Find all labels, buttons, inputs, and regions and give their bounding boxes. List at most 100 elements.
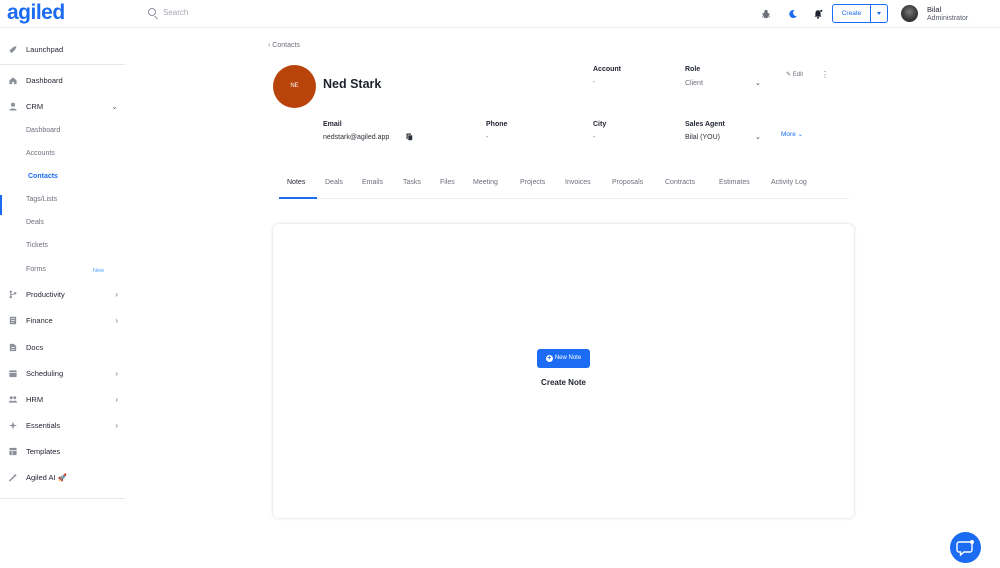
plus-icon: +	[545, 355, 553, 362]
more-button[interactable]: More ⌄	[781, 130, 803, 138]
sidebar-item-label: Productivity	[26, 290, 65, 299]
chevron-right-icon: ›	[115, 316, 118, 325]
sidebar-item-essentials[interactable]: Essentials ›	[8, 420, 120, 434]
breadcrumb[interactable]: ‹ Contacts	[268, 42, 300, 49]
create-button[interactable]: Create	[833, 5, 871, 22]
search-placeholder: Search	[163, 8, 189, 17]
tab-meeting[interactable]: Meeting	[473, 179, 498, 186]
tab-projects[interactable]: Projects	[520, 179, 545, 186]
sidebar-item-templates[interactable]: Templates	[8, 446, 120, 460]
role-select[interactable]: Client	[685, 80, 703, 87]
sidebar-subitem-accounts[interactable]: Accounts	[26, 150, 55, 157]
create-button-group: Create	[832, 4, 888, 23]
tab-deals[interactable]: Deals	[325, 179, 343, 186]
top-bar: agiled Search Create Bilal Administrator	[0, 0, 1000, 28]
sidebar-item-docs[interactable]: Docs	[8, 342, 120, 356]
chevron-down-icon[interactable]: ⌄	[755, 79, 761, 87]
search-icon	[148, 8, 156, 16]
moon-icon[interactable]	[788, 9, 798, 19]
chevron-down-icon: ⌄	[111, 102, 118, 111]
active-tab-underline	[279, 197, 317, 199]
chat-icon	[956, 540, 974, 557]
chevron-right-icon: ›	[115, 395, 118, 404]
more-label: More	[781, 131, 796, 138]
sidebar-item-label: Finance	[26, 316, 53, 325]
role-label: Role	[685, 66, 701, 73]
breadcrumb-label: Contacts	[272, 42, 300, 49]
magic-wand-icon	[8, 473, 18, 482]
sidebar-divider	[0, 498, 125, 499]
calendar-icon	[9, 370, 17, 378]
tab-tasks[interactable]: Tasks	[403, 179, 421, 186]
sidebar-subitem-dashboard[interactable]: Dashboard	[26, 127, 60, 134]
template-icon	[9, 447, 17, 456]
sidebar-item-label: Docs	[26, 343, 44, 352]
sidebar-item-scheduling[interactable]: Scheduling ›	[8, 368, 120, 382]
tab-estimates[interactable]: Estimates	[719, 179, 750, 186]
tab-files[interactable]: Files	[440, 179, 455, 186]
sales-agent-label: Sales Agent	[685, 121, 725, 128]
create-dropdown-caret-icon[interactable]	[871, 5, 887, 22]
chevron-right-icon: ›	[115, 369, 118, 378]
sidebar-item-crm[interactable]: CRM ⌄	[8, 101, 120, 115]
tab-notes[interactable]: Notes	[287, 179, 305, 186]
team-icon	[8, 396, 18, 403]
tab-invoices[interactable]: Invoices	[565, 179, 591, 186]
user-avatar[interactable]	[901, 5, 918, 22]
sidebar-item-agiled-ai[interactable]: Agiled AI 🚀	[8, 472, 120, 486]
edit-label: Edit	[792, 72, 804, 78]
tab-activity-log[interactable]: Activity Log	[771, 179, 807, 186]
sidebar-item-dashboard[interactable]: Dashboard	[8, 75, 120, 89]
sales-agent-select[interactable]: Bilal (YOU)	[685, 134, 720, 141]
city-value: -	[593, 134, 596, 141]
notes-card	[273, 224, 854, 518]
sidebar-item-launchpad[interactable]: Launchpad	[8, 44, 120, 58]
tab-proposals[interactable]: Proposals	[612, 179, 643, 186]
sidebar-subitem-forms[interactable]: Forms	[26, 266, 46, 273]
chevron-right-icon: ›	[115, 421, 118, 430]
invoice-icon	[9, 316, 17, 325]
search-box[interactable]: Search	[148, 8, 188, 17]
pencil-icon: ✎	[786, 72, 793, 78]
bug-icon[interactable]	[761, 9, 771, 19]
phone-value: -	[486, 134, 489, 141]
sidebar-item-label: Launchpad	[26, 45, 64, 54]
new-note-button[interactable]: + New Note	[537, 349, 590, 368]
sidebar-item-label: Scheduling	[26, 369, 64, 378]
sidebar-subitem-deals[interactable]: Deals	[26, 219, 44, 226]
chat-support-button[interactable]	[950, 532, 981, 563]
rocket-icon	[9, 45, 17, 54]
tab-contracts[interactable]: Contracts	[665, 179, 695, 186]
email-label: Email	[323, 121, 342, 128]
copy-icon[interactable]	[406, 133, 413, 141]
bell-icon[interactable]	[813, 9, 823, 19]
sidebar-item-productivity[interactable]: Productivity ›	[8, 289, 120, 303]
user-icon	[9, 102, 17, 111]
tab-emails[interactable]: Emails	[362, 179, 383, 186]
contact-name: Ned Stark	[323, 77, 382, 91]
sidebar-subitem-tags-lists[interactable]: Tags/Lists	[26, 196, 57, 203]
agiled-logo[interactable]: agiled	[7, 1, 65, 25]
home-icon	[9, 77, 17, 85]
new-note-label: New Note	[554, 355, 582, 361]
user-name: Bilal	[927, 5, 942, 14]
sidebar-item-hrm[interactable]: HRM ›	[8, 394, 120, 408]
new-badge: New	[93, 268, 105, 274]
email-value: nedstark@agiled.app	[323, 134, 390, 141]
docs-icon	[9, 343, 17, 352]
chevron-down-icon[interactable]: ⌄	[755, 133, 761, 141]
sidebar-subitem-tickets[interactable]: Tickets	[26, 242, 48, 249]
sidebar: Launchpad Dashboard CRM ⌄ Dashboard Acco…	[0, 28, 125, 563]
user-role: Administrator	[927, 15, 969, 22]
more-options-icon[interactable]: ⋮	[821, 70, 829, 79]
city-label: City	[593, 121, 607, 128]
sidebar-subitem-contacts[interactable]: Contacts	[28, 173, 58, 180]
edit-button[interactable]: ✎ Edit	[786, 71, 803, 78]
sidebar-item-label: Agiled AI 🚀	[26, 473, 68, 482]
chevron-down-icon: ⌄	[795, 131, 804, 138]
sidebar-item-finance[interactable]: Finance ›	[8, 315, 120, 329]
active-indicator	[0, 195, 2, 215]
sidebar-item-label: CRM	[26, 102, 44, 111]
branch-icon	[9, 290, 17, 299]
chevron-right-icon: ›	[115, 290, 118, 299]
